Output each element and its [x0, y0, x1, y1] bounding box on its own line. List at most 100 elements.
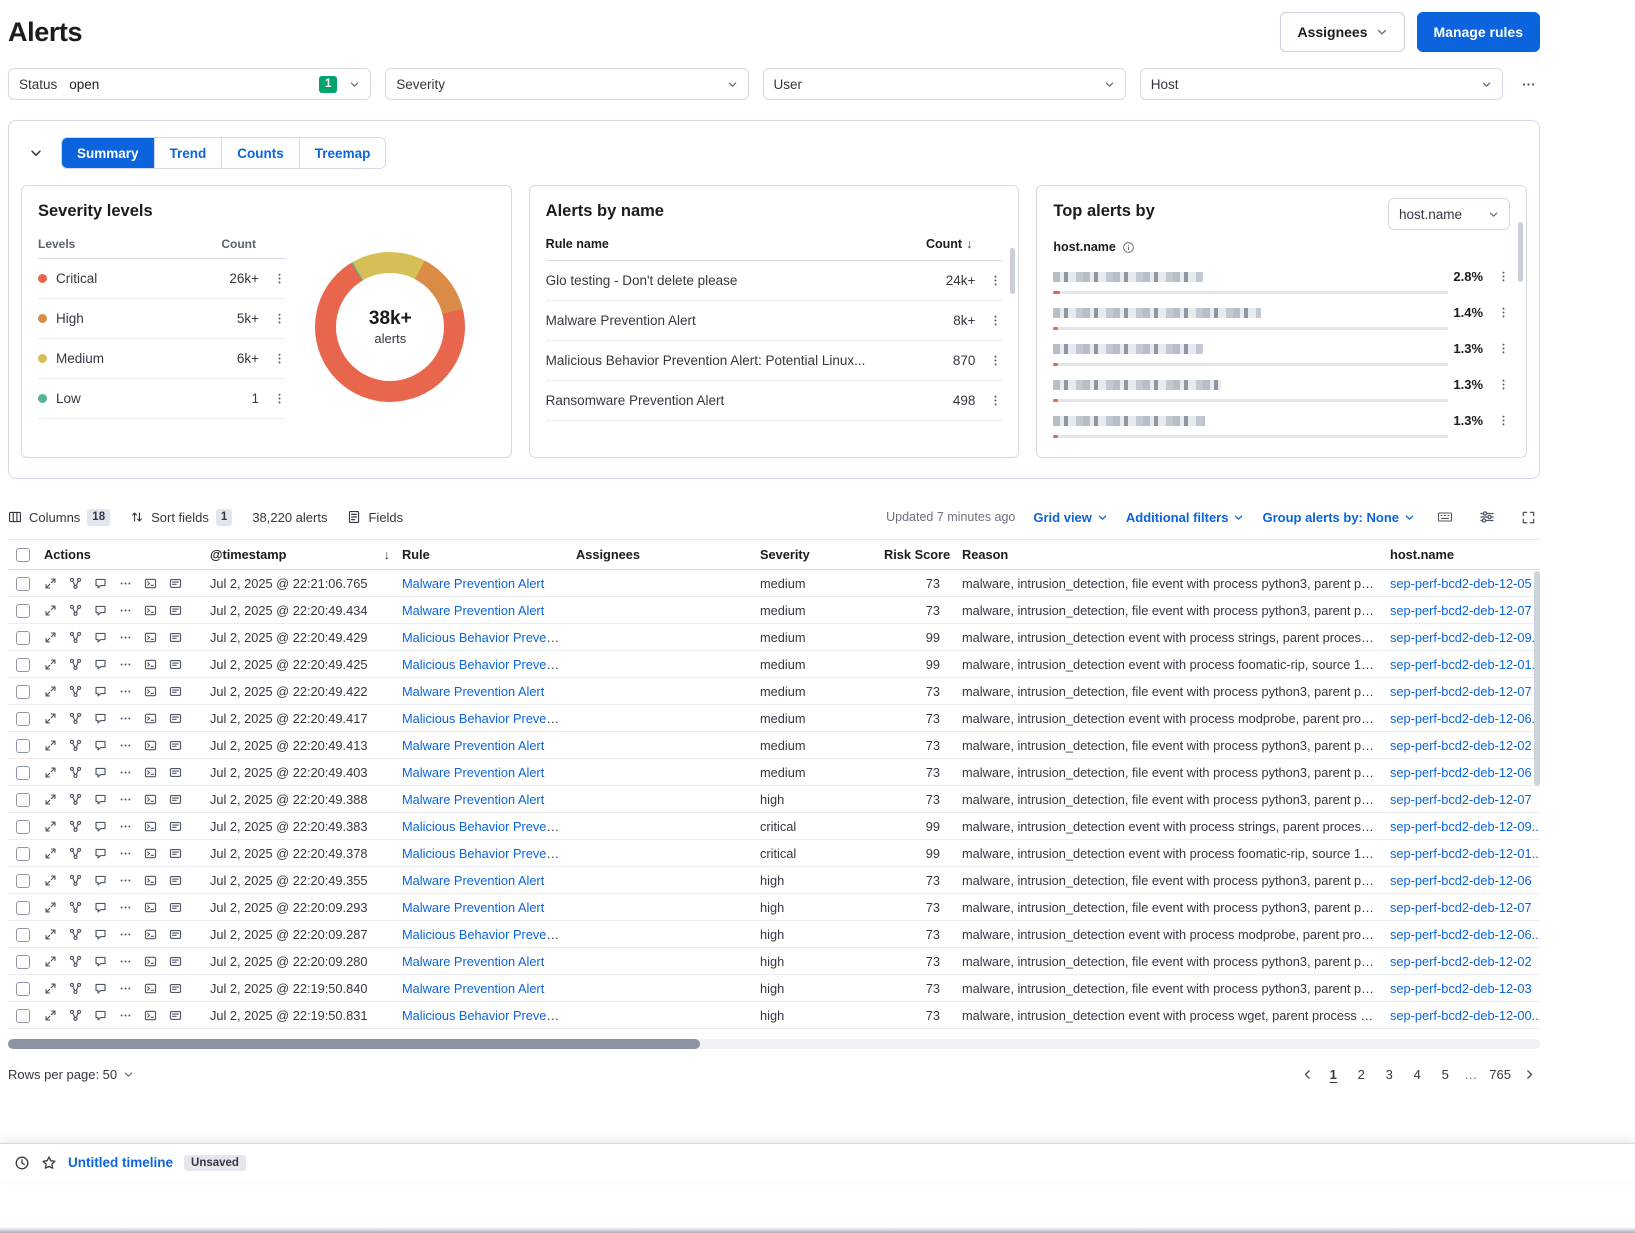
severity-row-actions-icon[interactable]: [273, 272, 286, 285]
expand-alert-icon[interactable]: [44, 577, 57, 590]
rows-per-page-button[interactable]: Rows per page: 50: [8, 1067, 134, 1082]
rule-link[interactable]: Malicious Behavior Preventi...: [402, 927, 570, 942]
top-alerts-field-select[interactable]: host.name: [1388, 198, 1510, 230]
page-4-button[interactable]: 4: [1404, 1061, 1430, 1087]
expand-alert-icon[interactable]: [44, 1009, 57, 1022]
session-view-icon[interactable]: [144, 847, 157, 860]
add-note-icon[interactable]: [94, 820, 107, 833]
rule-link[interactable]: Malware Prevention Alert: [402, 765, 544, 780]
session-view-icon[interactable]: [144, 739, 157, 752]
session-view-icon[interactable]: [144, 928, 157, 941]
host-link[interactable]: sep-perf-bcd2-deb-12-01...: [1390, 657, 1540, 672]
rule-link[interactable]: Malicious Behavior Preventi...: [402, 846, 570, 861]
add-note-icon[interactable]: [94, 604, 107, 617]
severity-row-actions-icon[interactable]: [273, 312, 286, 325]
session-view-icon[interactable]: [144, 577, 157, 590]
previous-page-icon[interactable]: [1297, 1064, 1318, 1085]
host-link[interactable]: sep-perf-bcd2-deb-12-02: [1390, 738, 1532, 753]
session-view-icon[interactable]: [144, 631, 157, 644]
analyze-event-icon[interactable]: [69, 820, 82, 833]
more-actions-icon[interactable]: [119, 577, 132, 590]
expand-alert-icon[interactable]: [44, 820, 57, 833]
analyze-event-icon[interactable]: [69, 955, 82, 968]
group-alerts-by-button[interactable]: Group alerts by: None: [1262, 510, 1415, 525]
rule-link[interactable]: Malicious Behavior Preventi...: [402, 630, 570, 645]
tab-trend[interactable]: Trend: [155, 138, 223, 168]
session-view-icon[interactable]: [144, 901, 157, 914]
more-actions-icon[interactable]: [119, 874, 132, 887]
assignees-button[interactable]: Assignees: [1280, 12, 1404, 52]
host-link[interactable]: sep-perf-bcd2-deb-12-07: [1390, 684, 1532, 699]
investigate-timeline-icon[interactable]: [169, 955, 182, 968]
session-view-icon[interactable]: [144, 982, 157, 995]
panel-scrollbar[interactable]: [1010, 248, 1015, 294]
rule-link[interactable]: Malware Prevention Alert: [402, 981, 544, 996]
column-header-risk-score[interactable]: Risk Score: [878, 540, 956, 570]
more-actions-icon[interactable]: [119, 604, 132, 617]
expand-alert-icon[interactable]: [44, 874, 57, 887]
row-checkbox[interactable]: [16, 793, 30, 807]
rule-row-actions-icon[interactable]: [989, 274, 1002, 287]
investigate-timeline-icon[interactable]: [169, 793, 182, 806]
analyze-event-icon[interactable]: [69, 874, 82, 887]
row-checkbox[interactable]: [16, 739, 30, 753]
host-filter[interactable]: Host: [1140, 68, 1503, 100]
add-note-icon[interactable]: [94, 577, 107, 590]
fields-button[interactable]: Fields: [347, 510, 403, 525]
expand-alert-icon[interactable]: [44, 955, 57, 968]
expand-alert-icon[interactable]: [44, 604, 57, 617]
host-link[interactable]: sep-perf-bcd2-deb-12-07: [1390, 900, 1532, 915]
investigate-timeline-icon[interactable]: [169, 820, 182, 833]
expand-alert-icon[interactable]: [44, 847, 57, 860]
tab-treemap[interactable]: Treemap: [300, 138, 386, 168]
rule-link[interactable]: Malicious Behavior Preventi...: [402, 657, 570, 672]
row-checkbox[interactable]: [16, 1009, 30, 1023]
host-link[interactable]: sep-perf-bcd2-deb-12-00...: [1390, 1008, 1540, 1023]
rule-link[interactable]: Malware Prevention Alert: [402, 873, 544, 888]
row-checkbox[interactable]: [16, 928, 30, 942]
analyze-event-icon[interactable]: [69, 982, 82, 995]
column-header-rule[interactable]: Rule: [396, 540, 570, 570]
analyze-event-icon[interactable]: [69, 631, 82, 644]
rule-link[interactable]: Malicious Behavior Preventi...: [402, 819, 570, 834]
session-view-icon[interactable]: [144, 712, 157, 725]
expand-alert-icon[interactable]: [44, 1036, 57, 1037]
more-actions-icon[interactable]: [119, 685, 132, 698]
rule-link[interactable]: Malware Prevention Alert: [402, 684, 544, 699]
next-page-icon[interactable]: [1519, 1064, 1540, 1085]
columns-button[interactable]: Columns 18: [8, 509, 110, 526]
panel-scrollbar[interactable]: [1518, 222, 1523, 282]
more-actions-icon[interactable]: [119, 1009, 132, 1022]
row-checkbox[interactable]: [16, 685, 30, 699]
add-note-icon[interactable]: [94, 793, 107, 806]
analyze-event-icon[interactable]: [69, 739, 82, 752]
add-note-icon[interactable]: [94, 847, 107, 860]
more-actions-icon[interactable]: [119, 712, 132, 725]
investigate-timeline-icon[interactable]: [169, 1009, 182, 1022]
investigate-timeline-icon[interactable]: [169, 604, 182, 617]
severity-row-actions-icon[interactable]: [273, 392, 286, 405]
select-all-checkbox[interactable]: [16, 548, 30, 562]
investigate-timeline-icon[interactable]: [169, 1036, 182, 1037]
user-filter[interactable]: User: [763, 68, 1126, 100]
more-actions-icon[interactable]: [119, 820, 132, 833]
page-5-button[interactable]: 5: [1432, 1061, 1458, 1087]
more-actions-icon[interactable]: [119, 631, 132, 644]
investigate-timeline-icon[interactable]: [169, 874, 182, 887]
investigate-timeline-icon[interactable]: [169, 631, 182, 644]
analyze-event-icon[interactable]: [69, 685, 82, 698]
add-note-icon[interactable]: [94, 685, 107, 698]
expand-alert-icon[interactable]: [44, 712, 57, 725]
row-checkbox[interactable]: [16, 658, 30, 672]
investigate-timeline-icon[interactable]: [169, 766, 182, 779]
analyze-event-icon[interactable]: [69, 1036, 82, 1037]
investigate-timeline-icon[interactable]: [169, 928, 182, 941]
host-link[interactable]: sep-perf-bcd2-deb-12-03: [1390, 981, 1532, 996]
session-view-icon[interactable]: [144, 1009, 157, 1022]
row-checkbox[interactable]: [16, 577, 30, 591]
host-link[interactable]: sep-perf-bcd2-deb-12-05: [1390, 576, 1532, 591]
expand-alert-icon[interactable]: [44, 982, 57, 995]
session-view-icon[interactable]: [144, 658, 157, 671]
timeline-bottom-bar[interactable]: Untitled timeline Unsaved: [0, 1143, 1635, 1181]
expand-alert-icon[interactable]: [44, 685, 57, 698]
